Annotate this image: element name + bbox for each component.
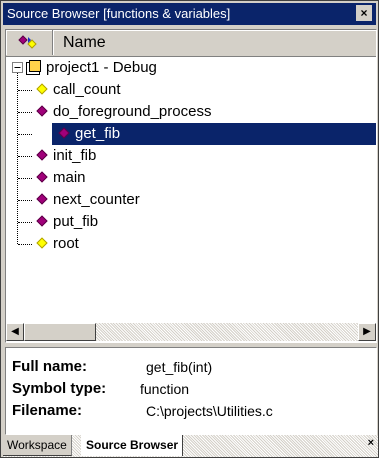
tree-branch xyxy=(18,134,32,135)
project-icon xyxy=(26,60,41,75)
tree-item-label: call_count xyxy=(53,81,121,98)
title-bar[interactable]: Source Browser [functions & variables] × xyxy=(3,3,376,25)
tab-bar: Workspace Source Browser × xyxy=(3,435,378,457)
tree-item-label: next_counter xyxy=(53,191,140,208)
symbol-filter-icon xyxy=(18,35,37,49)
function-icon xyxy=(36,171,48,183)
horizontal-scrollbar[interactable]: ◀ ▶ xyxy=(6,323,376,341)
function-icon xyxy=(36,149,48,161)
tab-source-browser[interactable]: Source Browser xyxy=(81,435,184,456)
tree-item[interactable]: root xyxy=(6,231,376,255)
function-icon xyxy=(36,193,48,205)
close-icon[interactable]: × xyxy=(356,5,372,21)
tree-item[interactable]: next_counter xyxy=(6,189,376,211)
filter-column-button[interactable] xyxy=(6,30,53,55)
tree-item-label: main xyxy=(53,169,86,186)
source-browser-window: Source Browser [functions & variables] ×… xyxy=(0,0,379,458)
tree-root[interactable]: project1 - Debug xyxy=(6,57,376,79)
tree-branch xyxy=(18,90,32,91)
window-title: Source Browser [functions & variables] xyxy=(7,6,231,21)
tree-connector-end xyxy=(17,231,18,244)
variable-icon xyxy=(36,237,48,249)
symbol-type-label: Symbol type: xyxy=(12,380,107,397)
tree-item[interactable]: put_fib xyxy=(6,211,376,233)
function-icon xyxy=(36,215,48,227)
tree-branch xyxy=(18,222,32,223)
tree-branch xyxy=(18,178,32,179)
full-name-value: get_fib(int) xyxy=(146,359,213,375)
tree-item-label: get_fib xyxy=(75,125,121,142)
tree-branch xyxy=(18,112,32,113)
function-icon xyxy=(36,105,48,117)
tab-workspace[interactable]: Workspace xyxy=(3,435,72,456)
tree-item[interactable]: main xyxy=(6,167,376,189)
collapse-icon[interactable] xyxy=(12,62,23,73)
variable-icon xyxy=(36,83,48,95)
tree-branch xyxy=(18,244,32,245)
close-icon[interactable]: × xyxy=(368,437,374,449)
root-label: project1 - Debug xyxy=(46,59,157,76)
tree-branch xyxy=(18,156,32,157)
scroll-right-icon[interactable]: ▶ xyxy=(358,323,376,341)
symbol-type-value: function xyxy=(140,381,190,397)
tree-item-label: do_foreground_process xyxy=(53,103,212,120)
tree-item[interactable]: call_count xyxy=(6,79,376,101)
tree-branch xyxy=(18,200,32,201)
filename-value: C:\projects\Utilities.c xyxy=(146,403,273,419)
tree-item-label: put_fib xyxy=(53,213,99,230)
tree-item-label: init_fib xyxy=(53,147,97,164)
scroll-left-icon[interactable]: ◀ xyxy=(6,323,24,341)
full-name-label: Full name: xyxy=(12,358,88,375)
tree-item[interactable]: init_fib xyxy=(6,145,376,167)
tree-panel: Name project1 - Debug call_count do_fore… xyxy=(5,29,377,343)
symbol-details-panel: Full name: get_fib(int) Symbol type: fun… xyxy=(5,347,377,435)
scroll-thumb[interactable] xyxy=(24,323,96,341)
tree-item-selected[interactable]: get_fib xyxy=(6,123,376,145)
filename-label: Filename: xyxy=(12,402,83,419)
name-column-header[interactable]: Name xyxy=(53,30,376,55)
tree-item[interactable]: do_foreground_process xyxy=(6,101,376,123)
tree-item-label: root xyxy=(53,235,79,252)
column-header: Name xyxy=(6,30,376,57)
